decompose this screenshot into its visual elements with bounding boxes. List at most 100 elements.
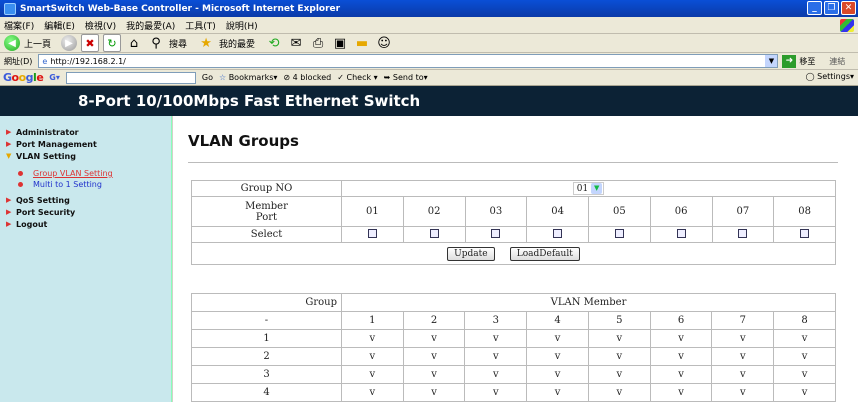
sidebar-item-port-management[interactable]: ▶ Port Management: [6, 138, 171, 150]
port-header: 05: [588, 196, 651, 227]
sidebar-sub-multi-to-1[interactable]: Multi to 1 Setting: [6, 179, 171, 190]
blocked-label: 4 blocked: [292, 73, 332, 82]
check-label: Check ▾: [346, 73, 378, 82]
sidebar-item-administrator[interactable]: ▶ Administrator: [6, 126, 171, 138]
sidebar-item-logout[interactable]: ▶ Logout: [6, 218, 171, 230]
links-label[interactable]: 連結: [829, 56, 845, 67]
port-checkbox-04[interactable]: [553, 228, 563, 238]
table-cell: v: [464, 347, 528, 366]
home-icon[interactable]: ⌂: [125, 34, 143, 52]
table-cell: v: [649, 365, 713, 384]
table-cell: 2: [191, 347, 342, 366]
vlan-member-table: Group VLAN Member - 1 2 3 4 5 6 7 8 1 v …: [191, 293, 836, 402]
restore-button[interactable]: ❐: [824, 1, 839, 15]
arrow-icon: ▶: [6, 128, 12, 136]
port-checkbox-05[interactable]: [614, 228, 624, 238]
port-checkbox-03[interactable]: [491, 228, 501, 238]
table-cell: v: [464, 329, 528, 348]
menu-favorites[interactable]: 我的最愛(A): [126, 19, 175, 32]
table-header: 2: [402, 311, 466, 330]
sidebar-item-qos[interactable]: ▶ QoS Setting: [6, 194, 171, 206]
go-button[interactable]: ➜ 移至: [782, 54, 815, 68]
google-menu-icon[interactable]: G▾: [49, 73, 60, 82]
table-cell: v: [402, 365, 466, 384]
table-cell: v: [526, 383, 589, 402]
print-icon[interactable]: ⎙: [309, 34, 327, 52]
menu-help[interactable]: 說明(H): [226, 19, 258, 32]
port-checkbox-08[interactable]: [800, 228, 810, 238]
bookmarks-button[interactable]: ☆ Bookmarks▾: [219, 73, 277, 82]
favorites-label[interactable]: 我的最愛: [219, 37, 255, 50]
chevron-down-icon[interactable]: ▼: [765, 55, 778, 67]
table-cell: v: [773, 329, 836, 348]
menu-edit[interactable]: 編輯(E): [44, 19, 75, 32]
port-checkbox-01[interactable]: [367, 228, 377, 238]
google-search-input[interactable]: [65, 71, 196, 84]
table-row: 1 v v v v v v v v: [191, 329, 836, 348]
table-header: 8: [773, 311, 836, 330]
select-cell: [402, 226, 466, 243]
table-header: 4: [526, 311, 589, 330]
sidebar: ▶ Administrator ▶ Port Management ▼ VLAN Se…: [0, 116, 172, 402]
sidebar-item-label: Administrator: [16, 127, 79, 137]
menu-tools[interactable]: 工具(T): [185, 19, 216, 32]
table-cell: v: [711, 365, 775, 384]
popup-blocker[interactable]: ⊘ 4 blocked: [283, 73, 331, 82]
main-content: VLAN Groups Group NO 01 ▼ Member Port 01 …: [173, 116, 858, 402]
update-button[interactable]: Update: [447, 246, 495, 261]
menu-view[interactable]: 檢視(V): [85, 19, 116, 32]
table-cell: -: [191, 311, 342, 330]
sidebar-sub-group-vlan[interactable]: Group VLAN Setting: [6, 168, 171, 179]
folder-icon[interactable]: ▬: [353, 34, 371, 52]
table-cell: v: [464, 365, 528, 384]
menu-bar: 檔案(F) 編輯(E) 檢視(V) 我的最愛(A) 工具(T) 說明(H): [0, 17, 858, 34]
header-title: 8-Port 10/100Mbps Fast Ethernet Switch: [78, 92, 421, 110]
refresh-icon[interactable]: ↻: [103, 34, 122, 52]
table-row: 3 v v v v v v v v: [191, 365, 836, 384]
table-cell: 1: [191, 329, 342, 348]
spell-check-button[interactable]: ✓ Check ▾: [337, 73, 377, 82]
messenger-icon[interactable]: ☺: [375, 34, 393, 52]
sidebar-item-port-security[interactable]: ▶ Port Security: [6, 206, 171, 218]
port-checkbox-06[interactable]: [676, 228, 686, 238]
settings-button[interactable]: ◯ Settings▾: [806, 72, 854, 81]
send-to-button[interactable]: ➥ Send to▾: [384, 73, 428, 82]
table-cell: v: [773, 383, 836, 402]
google-go-button[interactable]: Go: [202, 73, 213, 82]
back-label[interactable]: 上一頁: [24, 37, 51, 50]
address-input[interactable]: e http://192.168.2.1/ ▼: [38, 54, 779, 68]
load-default-button[interactable]: LoadDefault: [509, 246, 580, 261]
select-cell: [649, 226, 713, 243]
group-no-select[interactable]: 01 ▼: [572, 182, 605, 195]
select-cell: [588, 226, 651, 243]
bullet-icon: [18, 182, 23, 187]
vlan-member-header: VLAN Member: [341, 293, 836, 312]
arrow-down-icon: ▼: [6, 152, 12, 160]
sidebar-item-label: Logout: [16, 219, 48, 229]
window-controls: _ ❐ ✕: [807, 1, 856, 15]
table-cell: v: [341, 365, 404, 384]
stop-icon[interactable]: ✖: [81, 34, 100, 52]
history-icon[interactable]: ⟲: [265, 34, 283, 52]
mail-icon[interactable]: ✉: [287, 34, 305, 52]
google-logo: Google: [3, 71, 44, 84]
table-cell: v: [649, 347, 713, 366]
port-checkbox-07[interactable]: [738, 228, 748, 238]
send-label: Send to▾: [392, 73, 428, 82]
menu-file[interactable]: 檔案(F): [4, 19, 34, 32]
back-icon[interactable]: ◀: [4, 35, 20, 51]
port-header: 02: [402, 196, 466, 227]
edit-icon[interactable]: ▣: [331, 34, 349, 52]
table-cell: v: [402, 383, 466, 402]
table-cell: v: [773, 347, 836, 366]
search-label[interactable]: 搜尋: [169, 37, 187, 50]
close-button[interactable]: ✕: [841, 1, 856, 15]
sidebar-item-label: QoS Setting: [16, 195, 70, 205]
forward-icon[interactable]: ▶: [61, 35, 78, 51]
favorites-icon[interactable]: ★: [197, 34, 215, 52]
minimize-button[interactable]: _: [807, 1, 822, 15]
sidebar-item-vlan-setting[interactable]: ▼ VLAN Setting: [6, 150, 171, 162]
search-icon[interactable]: ⚲: [147, 34, 165, 52]
port-checkbox-02[interactable]: [429, 228, 439, 238]
ie-icon: [4, 2, 16, 15]
